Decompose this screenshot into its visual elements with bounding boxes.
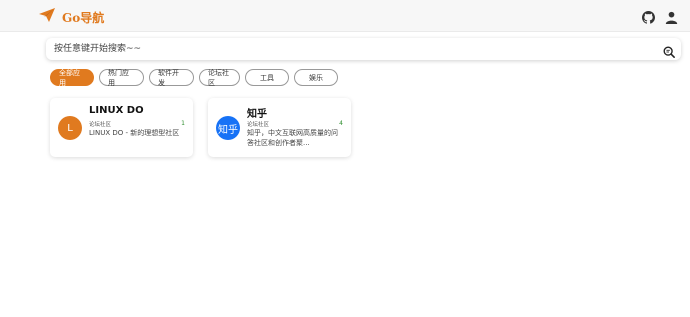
site-card-linuxdo[interactable]: L LINUX DO 论坛社区 1 LINUX DO - 新的理想型社区 (50, 98, 193, 157)
card-count: 1 (181, 120, 185, 127)
card-description: 知乎，中文互联网高质量的问答社区和创作者聚... (247, 129, 338, 147)
search-icon[interactable] (663, 43, 675, 58)
card-count: 4 (339, 120, 343, 127)
search-bar (46, 38, 681, 60)
app-logo[interactable]: Go导航 (38, 7, 104, 27)
paper-plane-icon (38, 7, 56, 27)
app-logo-text: Go导航 (62, 10, 105, 25)
search-input[interactable] (54, 38, 644, 60)
user-icon[interactable] (665, 9, 678, 24)
site-card-zhihu[interactable]: 知乎 知乎 论坛社区 4 知乎，中文互联网高质量的问答社区和创作者聚... (208, 98, 351, 157)
card-description: LINUX DO - 新的理想型社区 (89, 129, 180, 137)
tab-popular-apps[interactable]: 热门应用 (99, 69, 144, 87)
avatar: L (58, 116, 82, 140)
tab-software-dev[interactable]: 软件开发 (149, 69, 194, 87)
card-category: 论坛社区 (89, 122, 112, 128)
tab-tools[interactable]: 工具 (245, 69, 289, 86)
tab-forum-community[interactable]: 论坛社区 (199, 69, 240, 87)
tab-entertainment[interactable]: 娱乐 (294, 69, 338, 86)
card-title: 知乎 (247, 109, 267, 120)
avatar: 知乎 (216, 116, 240, 140)
card-category: 论坛社区 (247, 122, 270, 128)
github-icon[interactable] (642, 9, 655, 24)
card-title: LINUX DO (89, 105, 144, 116)
category-tabs: 全部应用 热门应用 软件开发 论坛社区 工具 娱乐 (50, 69, 338, 87)
top-bar: Go导航 (0, 0, 690, 32)
tab-all-apps[interactable]: 全部应用 (50, 69, 94, 87)
